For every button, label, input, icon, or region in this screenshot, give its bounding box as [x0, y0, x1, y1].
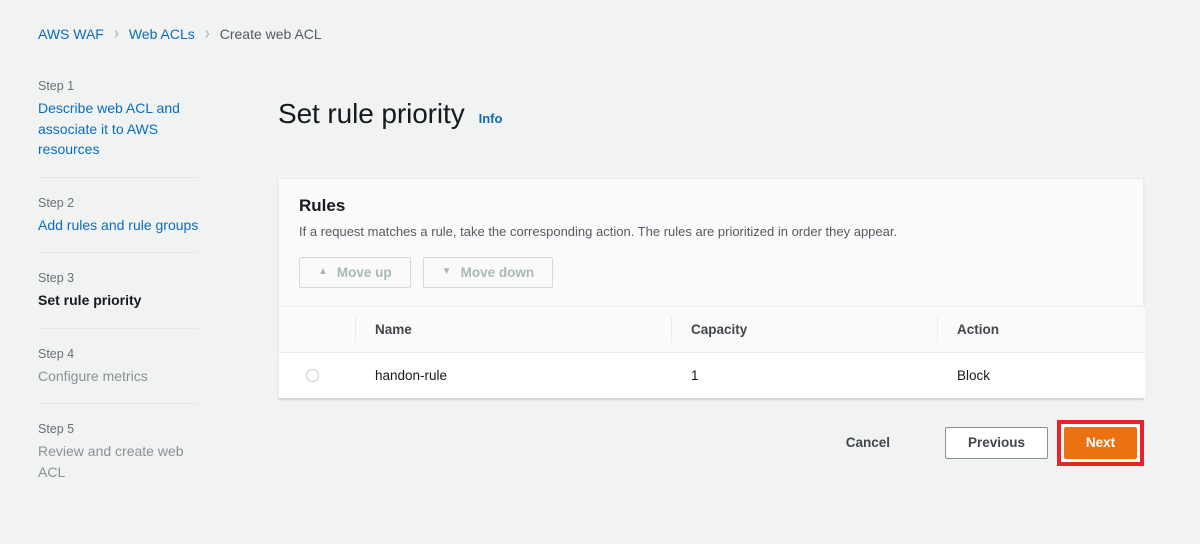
next-button[interactable]: Next: [1064, 426, 1137, 459]
sidebar-step-4-number: Step 4: [38, 346, 75, 361]
sidebar-step-5-number: Step 5: [38, 422, 75, 436]
sidebar-step-3: Step 3 Set rule priority: [38, 270, 200, 328]
chevron-right-icon: ›: [204, 22, 210, 44]
sidebar-divider: [38, 176, 198, 178]
move-up-button-label: Move up: [336, 264, 392, 280]
sidebar-step-2[interactable]: Step 2 Add rules and rule groups: [38, 195, 200, 253]
rules-table-header-capacity: Capacity: [691, 321, 748, 337]
sidebar-step-1-number: Step 1: [38, 79, 75, 93]
rules-table-cell-select: [279, 352, 355, 398]
wizard-footer-actions: Cancel Previous Next: [278, 417, 1144, 469]
rules-card-header: Rules If a request matches a rule, take …: [279, 178, 1143, 307]
rules-table-head: Name Capacity Action: [279, 306, 1145, 353]
rule-name-value: handon-rule: [375, 367, 448, 383]
sidebar-divider: [38, 327, 198, 329]
rule-select-radio[interactable]: [306, 368, 319, 382]
sidebar-divider: [38, 252, 198, 253]
table-row[interactable]: handon-rule 1 Block: [279, 352, 1145, 398]
sidebar-step-2-number: Step 2: [38, 195, 75, 210]
rule-action-value: Block: [957, 367, 991, 383]
info-link[interactable]: Info: [479, 111, 503, 126]
next-button-highlight: Next: [1057, 419, 1144, 466]
page-title-row: Set rule priority Info: [278, 78, 1144, 150]
rules-table-header-name: Name: [375, 321, 412, 337]
sidebar-step-1-title[interactable]: Describe web ACL and associate it to AWS…: [38, 98, 200, 160]
sidebar-step-4-title: Configure metrics: [38, 367, 148, 384]
page-title: Set rule priority: [278, 97, 465, 129]
previous-button[interactable]: Previous: [945, 426, 1048, 459]
rules-table-header-select: [279, 306, 355, 353]
sidebar-step-1[interactable]: Step 1 Describe web ACL and associate it…: [38, 78, 200, 177]
chevron-right-icon: ›: [113, 22, 119, 44]
rules-table-header-row: Name Capacity Action: [279, 306, 1145, 353]
triangle-down-icon: ▼: [441, 266, 452, 277]
sidebar-step-4: Step 4 Configure metrics: [38, 346, 200, 404]
rule-capacity-value: 1: [691, 367, 699, 383]
cancel-button[interactable]: Cancel: [836, 435, 900, 450]
sidebar-step-3-title: Set rule priority: [38, 292, 142, 308]
sidebar-step-5-title: Review and create web ACL: [38, 443, 184, 480]
breadcrumb-item-web-acls[interactable]: Web ACLs: [129, 24, 195, 44]
sidebar-step-3-number: Step 3: [38, 271, 75, 285]
breadcrumb: AWS WAF › Web ACLs › Create web ACL: [38, 22, 322, 44]
sidebar-step-2-title[interactable]: Add rules and rule groups: [38, 215, 200, 236]
breadcrumb-item-create-web-acl: Create web ACL: [219, 26, 322, 42]
reorder-button-group: ▲ Move up ▼ Move down: [299, 256, 1123, 288]
triangle-up-icon: ▲: [318, 266, 328, 277]
move-down-button[interactable]: ▼ Move down: [422, 256, 554, 288]
move-down-button-label: Move down: [460, 264, 535, 280]
rules-card-title: Rules: [299, 195, 346, 215]
main-content: Set rule priority Info Rules If a reques…: [278, 78, 1145, 469]
rules-card-description: If a request matches a rule, take the co…: [299, 223, 898, 239]
rules-table-header-action: Action: [957, 321, 999, 337]
rules-table: Name Capacity Action handon-rule 1 Block: [279, 306, 1145, 398]
rules-table-body: handon-rule 1 Block: [279, 352, 1145, 398]
breadcrumb-item-aws-waf[interactable]: AWS WAF: [38, 24, 104, 44]
move-up-button[interactable]: ▲ Move up: [299, 256, 411, 288]
sidebar-step-5: Step 5 Review and create web ACL: [38, 421, 200, 499]
rules-card: Rules If a request matches a rule, take …: [278, 177, 1145, 399]
sidebar-divider: [38, 403, 198, 404]
wizard-steps-sidebar: Step 1 Describe web ACL and associate it…: [38, 78, 200, 499]
